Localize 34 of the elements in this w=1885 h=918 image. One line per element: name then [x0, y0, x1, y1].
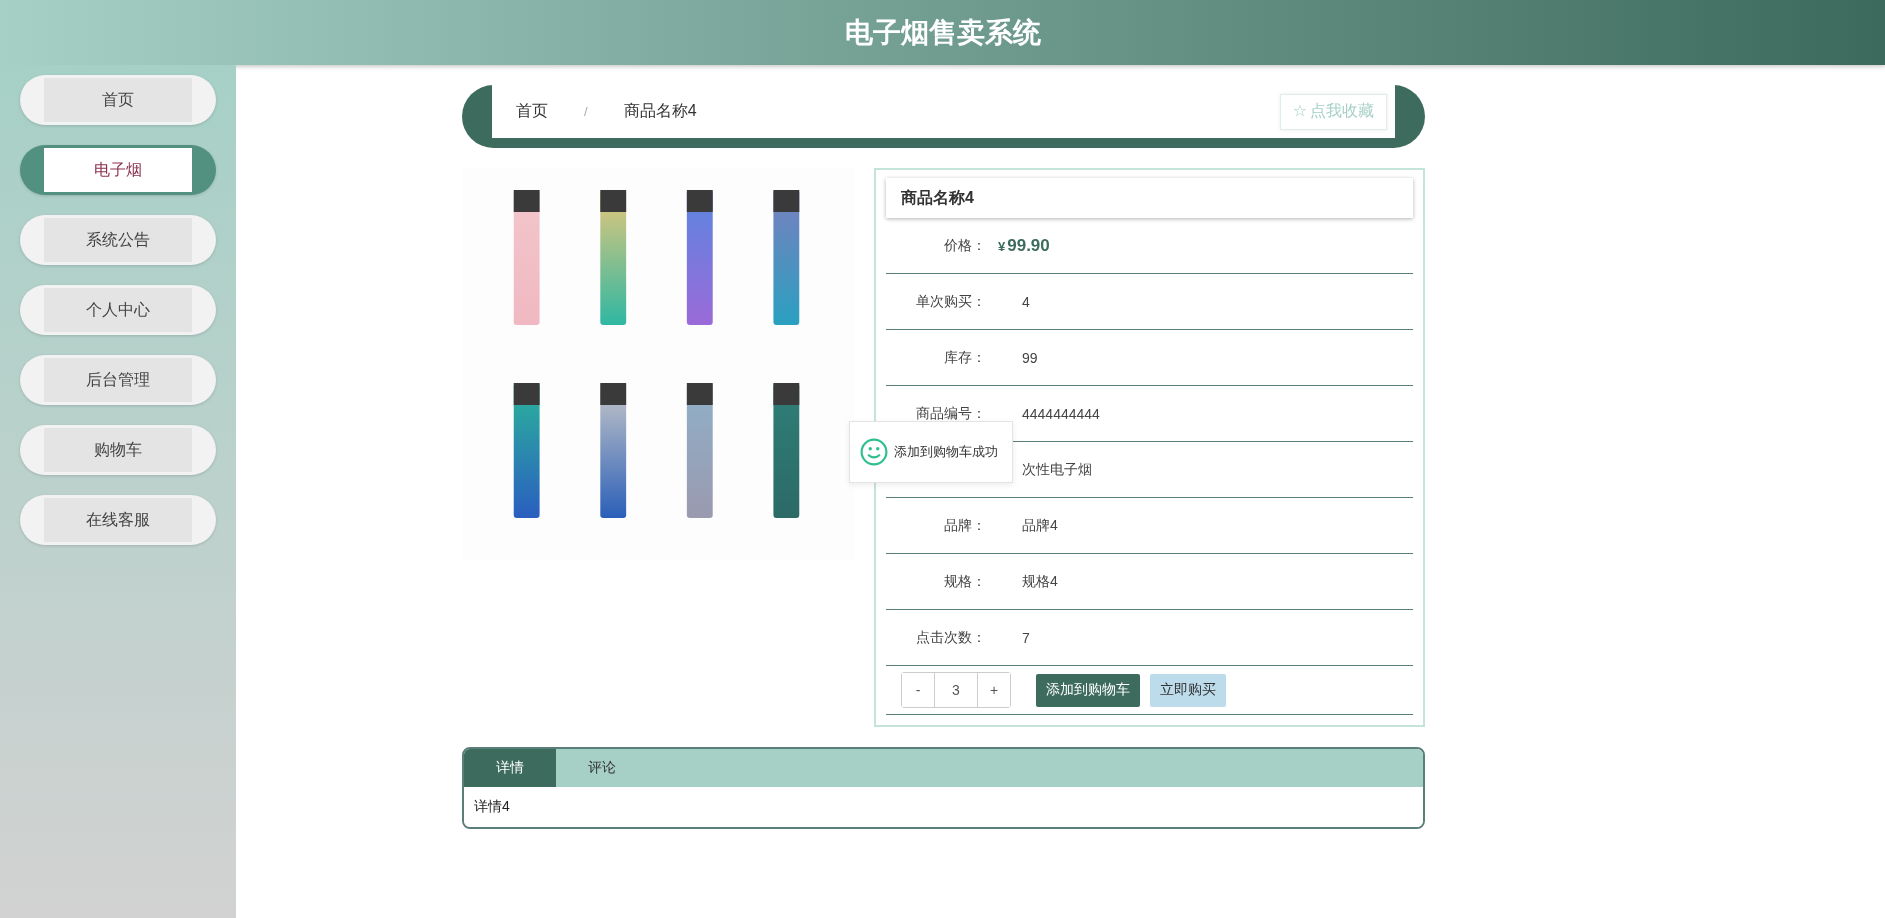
nav-item[interactable]: 系统公告	[20, 215, 216, 265]
field-value: 次性电子烟	[1022, 460, 1092, 479]
tab-content: 详情4	[474, 798, 510, 816]
field-label: 品牌：	[944, 516, 986, 533]
field-label: 商品编号：	[916, 404, 986, 421]
field-value: 99	[1022, 349, 1038, 366]
nav-item[interactable]: 在线客服	[20, 495, 216, 545]
toast-text: 添加到购物车成功	[894, 443, 998, 461]
tab[interactable]: 评论	[556, 749, 648, 787]
nav-item[interactable]: 个人中心	[20, 285, 216, 335]
nav-item[interactable]: 首页	[20, 75, 216, 125]
field-value: 4444444444	[1022, 405, 1100, 422]
nav-item[interactable]: 电子烟	[20, 145, 216, 195]
field-value: 品牌4	[1022, 516, 1058, 535]
field-label: 库存：	[944, 348, 986, 365]
breadcrumb-link[interactable]: 首页	[516, 101, 548, 122]
field-value: 规格4	[1022, 572, 1058, 591]
breadcrumb-separator: /	[584, 104, 588, 119]
buy-now-button[interactable]: 立即购买	[1150, 673, 1226, 707]
field-value: 7	[1022, 629, 1030, 646]
field-label: 单次购买：	[916, 292, 986, 309]
add-to-cart-button[interactable]: 添加到购物车	[1036, 673, 1140, 707]
tab[interactable]: 详情	[464, 749, 556, 787]
breadcrumb-link[interactable]: 商品名称4	[623, 101, 697, 122]
site-title: 电子烟售卖系统	[844, 15, 1041, 50]
nav-item[interactable]: 购物车	[20, 425, 216, 475]
field-label: 点击次数：	[916, 628, 986, 645]
price-value: ¥99.90	[998, 235, 1050, 256]
product-name: 商品名称4	[886, 178, 1413, 218]
field-label: 规格：	[944, 572, 986, 589]
nav-item[interactable]: 后台管理	[20, 355, 216, 405]
field-value: 4	[1022, 293, 1030, 310]
smiley-icon	[860, 438, 888, 466]
field-label: 价格：	[944, 236, 986, 253]
